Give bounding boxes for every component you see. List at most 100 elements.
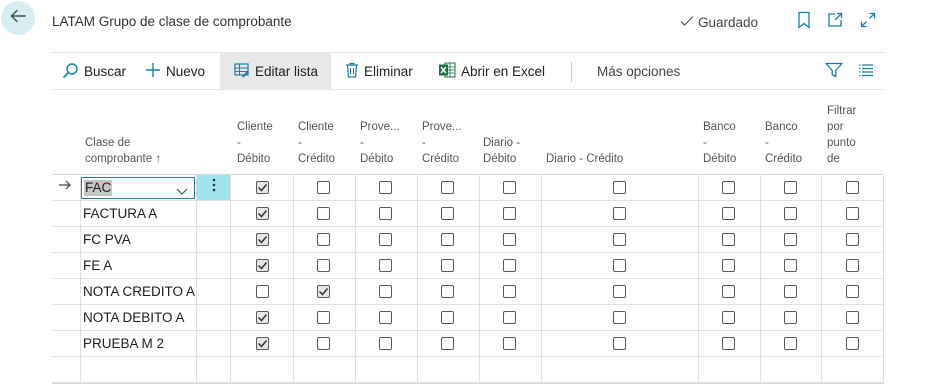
clase-comprobante-cell[interactable]: PRUEBA M 2 — [83, 331, 164, 356]
header-line: Filtrar — [827, 105, 857, 117]
banco-debito-checkbox[interactable] — [722, 181, 735, 194]
cliente-credito-checkbox[interactable] — [317, 259, 330, 272]
banco-credito-checkbox[interactable] — [784, 233, 797, 246]
filtrar-punto-checkbox[interactable] — [846, 337, 859, 350]
proveedor-debito-checkbox[interactable] — [379, 207, 392, 220]
cliente-credito-checkbox[interactable] — [317, 181, 330, 194]
diario-debito-checkbox[interactable] — [503, 259, 516, 272]
filtrar-punto-checkbox[interactable] — [846, 207, 859, 220]
cliente-debito-checkbox[interactable] — [256, 207, 269, 220]
search-button[interactable]: Buscar — [62, 53, 126, 90]
proveedor-credito-checkbox[interactable] — [441, 311, 454, 324]
excel-label: Abrir en Excel — [461, 64, 546, 79]
filtrar-punto-checkbox[interactable] — [846, 285, 859, 298]
clase-comprobante-cell[interactable]: NOTA DEBITO A — [83, 305, 185, 330]
col-proveedor-credito-header[interactable]: Prove... - Crédito — [422, 119, 462, 167]
diario-debito-checkbox[interactable] — [503, 285, 516, 298]
proveedor-debito-checkbox[interactable] — [379, 311, 392, 324]
proveedor-credito-checkbox[interactable] — [441, 207, 454, 220]
diario-debito-checkbox[interactable] — [503, 233, 516, 246]
banco-debito-checkbox[interactable] — [722, 285, 735, 298]
clase-comprobante-cell[interactable]: NOTA CREDITO A — [83, 279, 195, 304]
proveedor-debito-checkbox[interactable] — [379, 337, 392, 350]
cliente-debito-checkbox[interactable] — [256, 259, 269, 272]
filter-button[interactable] — [825, 53, 843, 90]
diario-credito-checkbox[interactable] — [613, 337, 626, 350]
filtrar-punto-checkbox[interactable] — [846, 233, 859, 246]
banco-debito-checkbox[interactable] — [722, 259, 735, 272]
cliente-debito-checkbox[interactable] — [256, 181, 269, 194]
col-filtrar-punto-header[interactable]: Filtrar por punto de — [827, 103, 856, 167]
diario-credito-checkbox[interactable] — [613, 285, 626, 298]
proveedor-debito-checkbox[interactable] — [379, 285, 392, 298]
list-view-button[interactable] — [858, 53, 874, 90]
banco-credito-checkbox[interactable] — [784, 337, 797, 350]
edit-list-button[interactable]: Editar lista — [220, 53, 331, 90]
diario-debito-checkbox[interactable] — [503, 181, 516, 194]
clase-comprobante-cell[interactable]: FE A — [83, 253, 112, 278]
col-cliente-credito-header[interactable]: Cliente - Crédito — [298, 119, 335, 167]
banco-debito-checkbox[interactable] — [722, 311, 735, 324]
col-clase-comprobante-header[interactable]: Clase de comprobante ↑ — [85, 135, 161, 167]
diario-debito-checkbox[interactable] — [503, 207, 516, 220]
col-proveedor-debito-header[interactable]: Prove... - Débito — [360, 119, 400, 167]
proveedor-credito-checkbox[interactable] — [441, 233, 454, 246]
expand-icon — [859, 11, 877, 34]
diario-debito-checkbox[interactable] — [503, 337, 516, 350]
cliente-debito-checkbox[interactable] — [256, 337, 269, 350]
clase-comprobante-cell[interactable]: FACTURA A — [83, 201, 157, 226]
clase-comprobante-cell[interactable]: FC PVA — [83, 227, 131, 252]
diario-credito-checkbox[interactable] — [613, 233, 626, 246]
banco-credito-checkbox[interactable] — [784, 207, 797, 220]
proveedor-debito-checkbox[interactable] — [379, 259, 392, 272]
banco-debito-checkbox[interactable] — [722, 233, 735, 246]
banco-credito-checkbox[interactable] — [784, 259, 797, 272]
back-button[interactable] — [1, 1, 35, 35]
filtrar-punto-checkbox[interactable] — [846, 259, 859, 272]
diario-debito-checkbox[interactable] — [503, 311, 516, 324]
cliente-credito-checkbox[interactable] — [317, 311, 330, 324]
banco-debito-checkbox[interactable] — [722, 207, 735, 220]
open-new-window-button[interactable] — [825, 12, 845, 32]
cliente-debito-checkbox[interactable] — [256, 233, 269, 246]
delete-button[interactable]: Eliminar — [345, 53, 413, 90]
diario-credito-checkbox[interactable] — [613, 259, 626, 272]
clase-comprobante-dropdown[interactable]: FAC — [81, 177, 195, 199]
banco-credito-checkbox[interactable] — [784, 311, 797, 324]
diario-credito-checkbox[interactable] — [613, 311, 626, 324]
new-button[interactable]: Nuevo — [145, 53, 205, 90]
cliente-credito-checkbox[interactable] — [317, 233, 330, 246]
filtrar-punto-checkbox[interactable] — [846, 311, 859, 324]
col-diario-credito-header[interactable]: Diario - Crédito — [546, 151, 623, 167]
row-actions-button[interactable] — [197, 175, 231, 200]
cliente-debito-checkbox[interactable] — [256, 311, 269, 324]
col-diario-debito-header[interactable]: Diario - Débito — [483, 135, 520, 167]
proveedor-credito-checkbox[interactable] — [441, 181, 454, 194]
proveedor-credito-checkbox[interactable] — [441, 285, 454, 298]
col-cliente-debito-header[interactable]: Cliente - Débito — [237, 119, 273, 167]
header-line: Prove... — [360, 121, 400, 133]
col-banco-debito-header[interactable]: Banco - Débito — [703, 119, 736, 167]
expand-button[interactable] — [858, 12, 878, 32]
bookmark-button[interactable] — [794, 11, 814, 32]
proveedor-credito-checkbox[interactable] — [441, 259, 454, 272]
filtrar-punto-checkbox[interactable] — [846, 181, 859, 194]
banco-credito-checkbox[interactable] — [784, 285, 797, 298]
cliente-debito-checkbox[interactable] — [256, 285, 269, 298]
diario-credito-checkbox[interactable] — [613, 181, 626, 194]
filter-icon — [825, 62, 843, 81]
banco-credito-checkbox[interactable] — [784, 181, 797, 194]
cliente-credito-checkbox[interactable] — [317, 285, 330, 298]
proveedor-debito-checkbox[interactable] — [379, 233, 392, 246]
more-options-button[interactable]: Más opciones — [597, 53, 680, 90]
proveedor-debito-checkbox[interactable] — [379, 181, 392, 194]
diario-credito-checkbox[interactable] — [613, 207, 626, 220]
cliente-credito-checkbox[interactable] — [317, 207, 330, 220]
delete-label: Eliminar — [364, 64, 413, 79]
banco-debito-checkbox[interactable] — [722, 337, 735, 350]
header-line: Diario - Crédito — [546, 153, 624, 165]
open-excel-button[interactable]: Abrir en Excel — [439, 53, 545, 90]
col-banco-credito-header[interactable]: Banco - Crédito — [765, 119, 802, 167]
cliente-credito-checkbox[interactable] — [317, 337, 330, 350]
proveedor-credito-checkbox[interactable] — [441, 337, 454, 350]
